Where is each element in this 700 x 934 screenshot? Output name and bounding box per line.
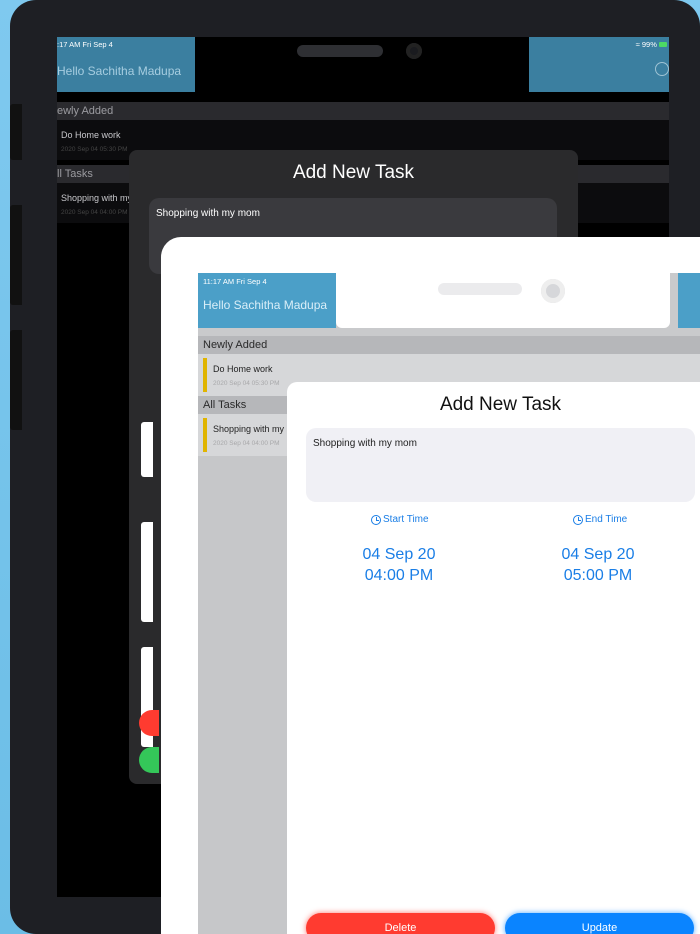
end-date: 04 Sep 20 (561, 546, 635, 563)
start-time-label[interactable]: Start Time (371, 514, 429, 525)
end-time-label[interactable]: End Time (573, 514, 627, 525)
modal-title: Add New Task (439, 394, 562, 415)
end-time-label-text: End Time (585, 514, 628, 525)
section-newly-added: ewly Added (57, 102, 669, 120)
priority-bar (203, 418, 207, 452)
end-time-picker[interactable]: 04 Sep 20 05:00 PM (528, 544, 668, 586)
header-left: :17 AM Fri Sep 4 Hello Sachitha Madupa (57, 37, 195, 92)
header-right: ≈ 99% (529, 37, 669, 92)
header-right (678, 273, 700, 328)
task-subtitle: 2020 Sep 04 05:30 PM (213, 380, 280, 387)
task-input[interactable]: Shopping with my mom (306, 428, 695, 502)
status-time: :17 AM Fri Sep 4 (57, 40, 113, 49)
battery-icon (659, 42, 667, 47)
start-time-label-text: Start Time (383, 514, 429, 525)
camera-icon (406, 43, 422, 59)
battery-percent: 99% (641, 40, 657, 49)
side-button (10, 330, 22, 430)
greeting-text: Hello Sachitha Madupa (57, 64, 182, 78)
task-subtitle: 2020 Sep 04 05:30 PM (61, 146, 128, 153)
start-date: 04 Sep 20 (362, 546, 436, 563)
section-newly-added: Newly Added (198, 336, 700, 354)
end-time: 05:00 PM (563, 567, 633, 584)
start-time: 04:00 PM (364, 567, 434, 584)
update-button[interactable] (139, 747, 159, 773)
clock-icon (573, 514, 583, 525)
speaker-notch (438, 283, 522, 295)
time-card (141, 522, 153, 622)
add-task-modal: Add New Task Shopping with my mom Start … (287, 382, 700, 934)
status-time: 11:17 AM Fri Sep 4 (203, 277, 267, 286)
task-title: Do Home work (213, 364, 273, 374)
notch-panel (336, 273, 670, 328)
task-title: Shopping with my (213, 424, 285, 434)
task-title: Shopping with my (61, 193, 133, 203)
time-card (141, 422, 153, 477)
delete-button[interactable] (139, 710, 159, 736)
battery-status: ≈ 99% (636, 40, 667, 49)
modal-title: Add New Task (292, 162, 415, 183)
update-button[interactable]: Update (505, 913, 694, 934)
priority-bar (203, 358, 207, 392)
side-button (10, 205, 22, 305)
task-title: Do Home work (61, 130, 121, 140)
task-subtitle: 2020 Sep 04 04:00 PM (61, 209, 128, 216)
camera-notch (297, 45, 383, 57)
delete-button[interactable]: Delete (306, 913, 495, 934)
header-left: 11:17 AM Fri Sep 4 Hello Sachitha Madupa (198, 273, 336, 328)
camera-icon (541, 279, 565, 303)
clock-icon (371, 514, 381, 525)
side-button (10, 104, 22, 160)
task-subtitle: 2020 Sep 04 04:00 PM (213, 440, 280, 447)
wifi-icon: ≈ (635, 40, 640, 49)
start-time-picker[interactable]: 04 Sep 20 04:00 PM (329, 544, 469, 586)
greeting-text: Hello Sachitha Madupa (203, 298, 328, 312)
profile-icon[interactable] (655, 62, 669, 76)
